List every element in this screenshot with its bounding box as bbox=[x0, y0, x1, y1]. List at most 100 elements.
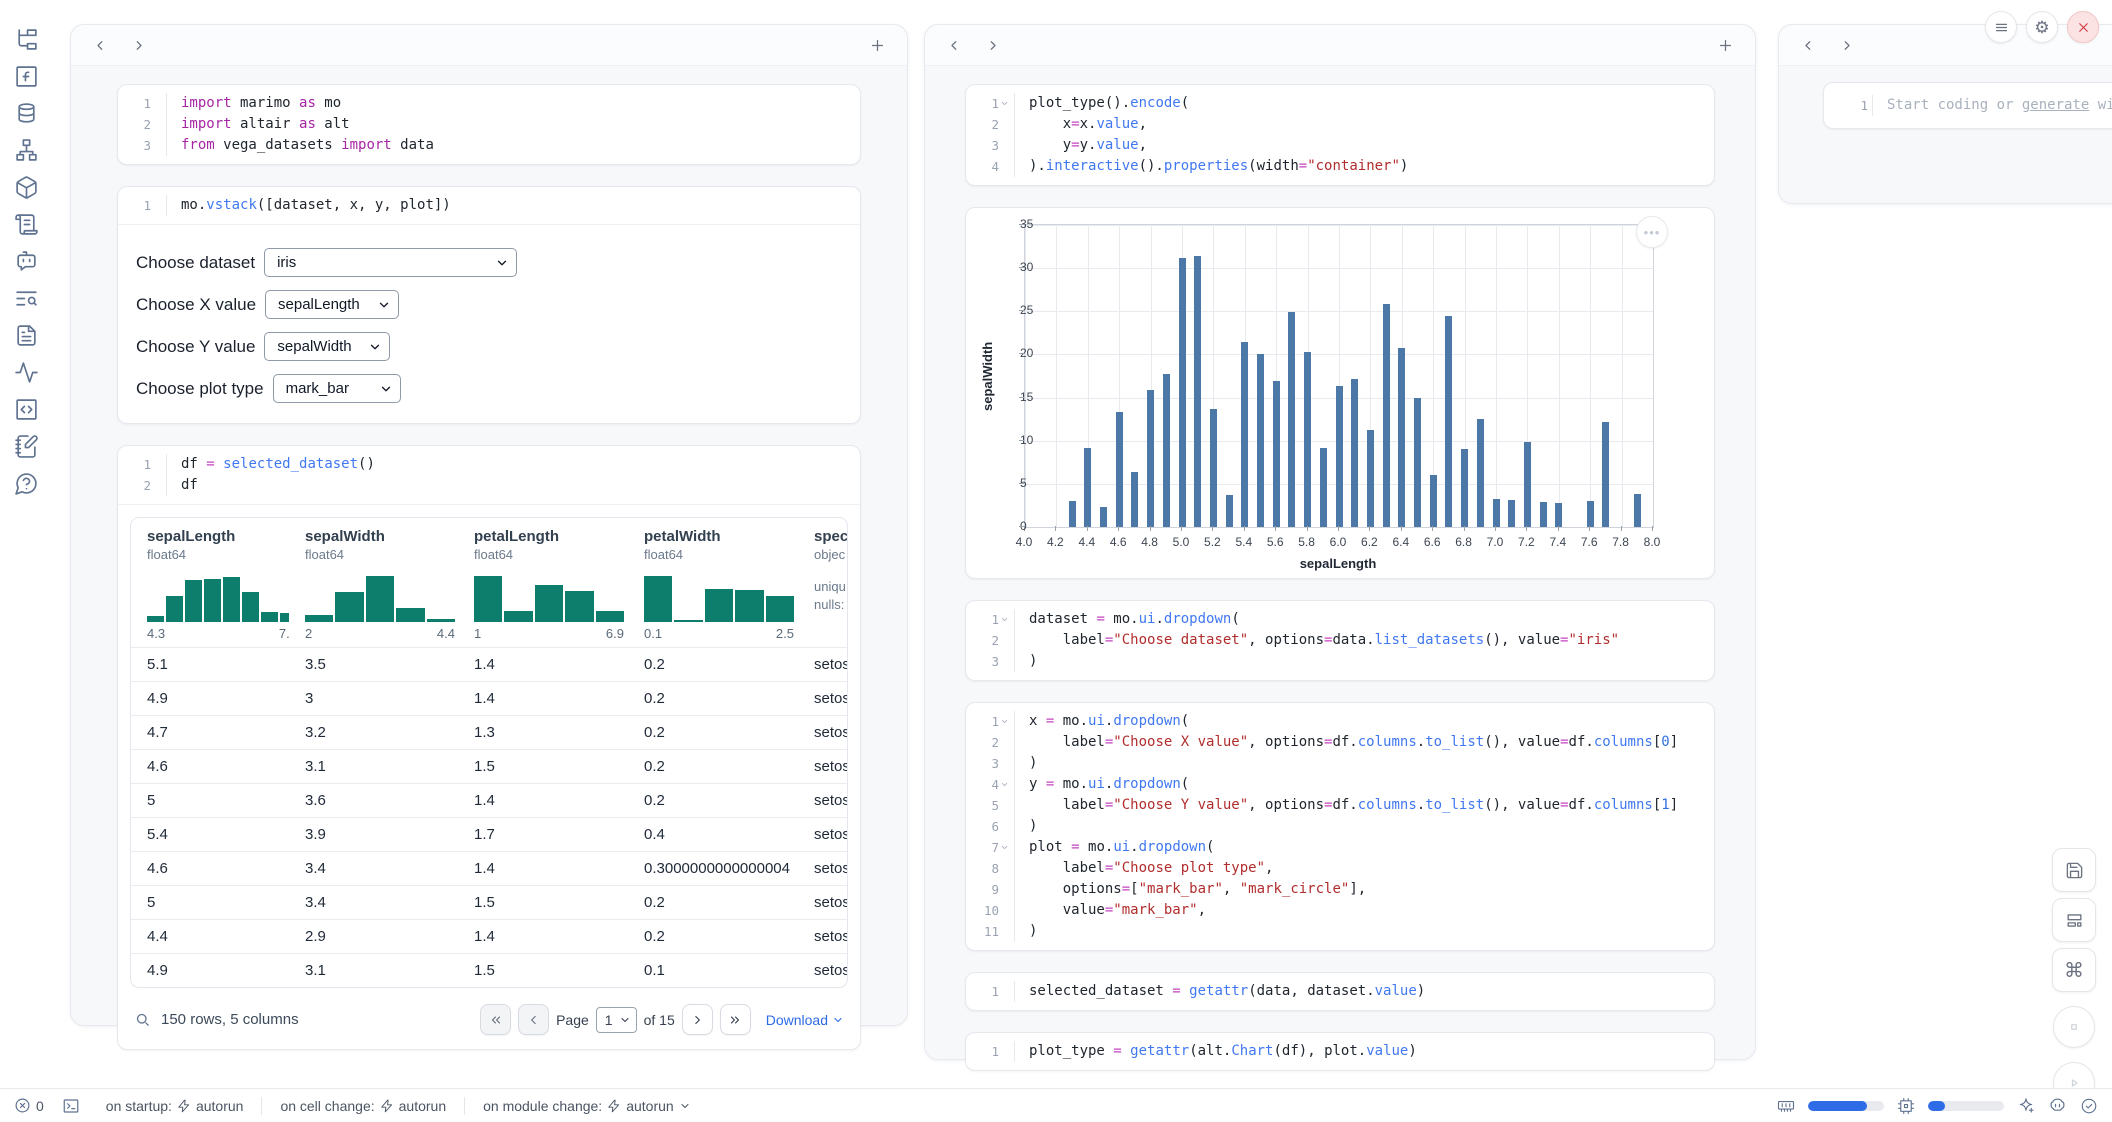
tracing-icon[interactable] bbox=[13, 359, 39, 385]
table-cell: 0.2 bbox=[628, 682, 798, 715]
column-dtype: objec bbox=[814, 547, 837, 562]
page-select[interactable]: 1 bbox=[596, 1007, 637, 1033]
download-button[interactable]: Download bbox=[766, 1012, 844, 1028]
column-left-arrow[interactable] bbox=[1797, 34, 1819, 56]
code-editor-xyplot[interactable]: 1x = mo.ui.dropdown(2 label="Choose X va… bbox=[966, 703, 1714, 950]
errors-indicator[interactable]: 0 bbox=[14, 1097, 44, 1114]
file-explorer-icon[interactable] bbox=[13, 26, 39, 52]
code-editor-selected-dataset[interactable]: 1selected_dataset = getattr(data, datase… bbox=[966, 973, 1714, 1010]
line-number: 9 bbox=[966, 879, 1015, 900]
gridline bbox=[1025, 268, 1653, 269]
packages-icon[interactable] bbox=[13, 174, 39, 200]
line-number: 1 bbox=[118, 195, 167, 216]
code-editor-dataset[interactable]: 1dataset = mo.ui.dropdown(2 label="Choos… bbox=[966, 601, 1714, 680]
dependency-graph-icon[interactable] bbox=[13, 137, 39, 163]
stop-button[interactable] bbox=[2053, 1006, 2095, 1048]
chevron-down-icon bbox=[377, 298, 391, 312]
x-value-select[interactable]: sepalLength bbox=[265, 290, 399, 319]
keyboard-shortcuts-button[interactable]: ⌘ bbox=[2052, 948, 2096, 992]
autorun-setting[interactable]: on module change:autorun bbox=[483, 1098, 691, 1114]
autorun-setting[interactable]: on startup:autorun bbox=[106, 1098, 244, 1114]
column-left-arrow[interactable] bbox=[943, 34, 965, 56]
code-line: 6) bbox=[966, 816, 1714, 837]
setting-value: autorun bbox=[196, 1098, 243, 1114]
plot-type-select[interactable]: mark_bar bbox=[273, 374, 401, 403]
hist-range: 16.9 bbox=[474, 626, 624, 641]
table-row: 4.73.21.30.2setos bbox=[131, 715, 847, 749]
table-row: 53.41.50.2setos bbox=[131, 885, 847, 919]
generate-with-ai-link[interactable]: generate bbox=[2022, 97, 2089, 113]
code-editor-plot-type[interactable]: 1plot_type = getattr(alt.Chart(df), plot… bbox=[966, 1033, 1714, 1070]
table-row: 4.93.11.50.1setos bbox=[131, 953, 847, 987]
table-cell: 2.9 bbox=[289, 920, 458, 953]
column-header-petalWidth[interactable]: petalWidthfloat640.12.5 bbox=[628, 518, 798, 647]
save-button[interactable] bbox=[2052, 848, 2096, 892]
table-cell: 5 bbox=[131, 784, 289, 817]
menu-button[interactable] bbox=[1985, 11, 2017, 43]
code-editor-encode[interactable]: 1plot_type().encode(2 x=x.value,3 y=y.va… bbox=[966, 85, 1714, 185]
table-cell: 4.9 bbox=[131, 682, 289, 715]
logs-icon[interactable] bbox=[13, 285, 39, 311]
control-label: Choose plot type bbox=[136, 379, 264, 399]
add-column-button[interactable] bbox=[1713, 33, 1737, 57]
x-tick-mark bbox=[1558, 526, 1559, 531]
column-histogram bbox=[644, 574, 794, 622]
column-left-arrow[interactable] bbox=[89, 34, 111, 56]
table-cell: 1.5 bbox=[458, 750, 628, 783]
code-text: ) bbox=[1015, 753, 1037, 774]
table-cell: setos bbox=[798, 648, 847, 681]
code-text: label="Choose dataset", options=data.lis… bbox=[1015, 630, 1619, 651]
column-right-arrow[interactable] bbox=[981, 34, 1003, 56]
code-editor-vstack[interactable]: 1mo.vstack([dataset, x, y, plot]) bbox=[118, 187, 860, 224]
code-snippets-icon[interactable] bbox=[13, 396, 39, 422]
table-cell: 5.1 bbox=[131, 648, 289, 681]
ai-sparkles-button[interactable] bbox=[2017, 1097, 2035, 1115]
code-line: 3) bbox=[966, 651, 1714, 672]
column-header-sepalLength[interactable]: sepalLengthfloat644.37.9 bbox=[131, 518, 289, 647]
column-header-speci[interactable]: speciobjecuniqunulls: bbox=[798, 518, 847, 647]
add-column-button[interactable] bbox=[865, 33, 889, 57]
bar-chart-plot-area[interactable] bbox=[1024, 224, 1654, 528]
column-header-petalLength[interactable]: petalLengthfloat6416.9 bbox=[458, 518, 628, 647]
x-tick-label: 7.4 bbox=[1549, 535, 1566, 549]
scratchpad-icon[interactable] bbox=[13, 433, 39, 459]
search-icon[interactable] bbox=[134, 1011, 151, 1028]
code-editor-imports[interactable]: 1import marimo as mo2import altair as al… bbox=[118, 85, 860, 164]
close-button[interactable] bbox=[2067, 11, 2099, 43]
column-header-sepalWidth[interactable]: sepalWidthfloat6424.4 bbox=[289, 518, 458, 647]
column-right-arrow[interactable] bbox=[127, 34, 149, 56]
layout-toggle-button[interactable] bbox=[2052, 898, 2096, 942]
x-tick-mark bbox=[1244, 526, 1245, 531]
dataframe-table: sepalLengthfloat644.37.9sepalWidthfloat6… bbox=[130, 517, 848, 988]
autorun-setting[interactable]: on cell change:autorun bbox=[280, 1098, 446, 1114]
settings-button[interactable]: ⚙ bbox=[2026, 11, 2058, 43]
dataset-select[interactable]: iris bbox=[264, 248, 517, 277]
code-line: 5 label="Choose Y value", options=df.col… bbox=[966, 795, 1714, 816]
x-tick-label: 5.0 bbox=[1173, 535, 1190, 549]
snippets-scroll-icon[interactable] bbox=[13, 211, 39, 237]
chart-menu-button[interactable]: ••• bbox=[1636, 216, 1668, 248]
copilot-button[interactable] bbox=[2048, 1096, 2067, 1115]
help-icon[interactable] bbox=[13, 470, 39, 496]
last-page-button[interactable] bbox=[720, 1004, 751, 1035]
first-page-button[interactable] bbox=[480, 1004, 511, 1035]
x-tick-mark bbox=[1369, 526, 1370, 531]
documentation-icon[interactable] bbox=[13, 322, 39, 348]
x-tick-mark bbox=[1055, 526, 1056, 531]
ai-chat-icon[interactable] bbox=[13, 248, 39, 274]
hist-max: 6.9 bbox=[606, 626, 624, 641]
zap-icon bbox=[380, 1099, 394, 1113]
prev-page-button[interactable] bbox=[518, 1004, 549, 1035]
helper-functions-icon[interactable] bbox=[13, 63, 39, 89]
datasources-icon[interactable] bbox=[13, 100, 39, 126]
next-page-button[interactable] bbox=[682, 1004, 713, 1035]
terminal-button[interactable] bbox=[62, 1097, 80, 1115]
y-tick-mark bbox=[1019, 310, 1024, 311]
code-editor-df[interactable]: 1df = selected_dataset()2df bbox=[118, 446, 860, 504]
column-right-arrow[interactable] bbox=[1835, 34, 1857, 56]
hist-bar bbox=[427, 619, 455, 622]
y-value-select[interactable]: sepalWidth bbox=[264, 332, 390, 361]
line-number: 1 bbox=[118, 454, 167, 475]
editor-placeholder[interactable]: Start coding or generate with bbox=[1873, 95, 2112, 116]
hist-bar bbox=[674, 620, 702, 622]
